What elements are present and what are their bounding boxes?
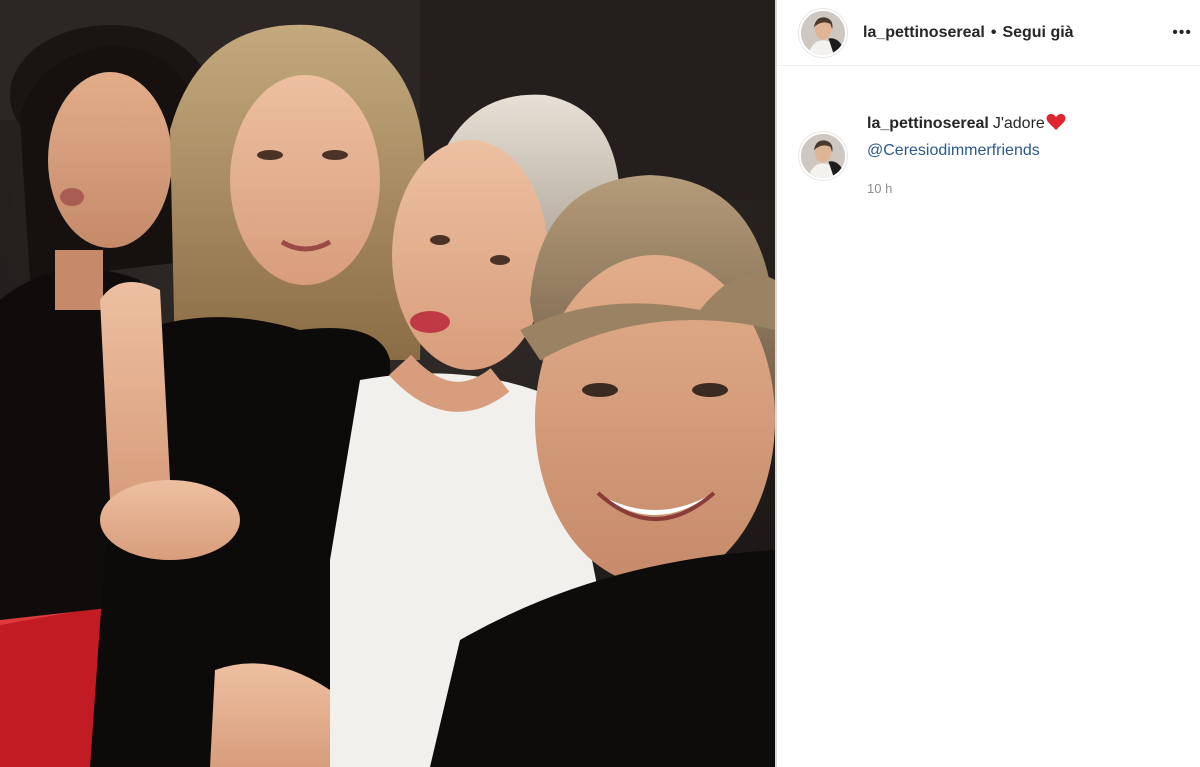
instagram-post: la_pettinosereal • Segui già ••• la_pett… [0, 0, 1200, 767]
more-options-icon[interactable]: ••• [1172, 24, 1192, 42]
caption-line: la_pettinosereal J'adore [867, 112, 1066, 139]
avatar[interactable] [799, 8, 847, 57]
post-username[interactable]: la_pettinosereal [863, 24, 985, 42]
post-timestamp[interactable]: 10 h [867, 181, 1066, 196]
caption-username[interactable]: la_pettinosereal [867, 115, 989, 132]
group-selfie-photo [0, 0, 775, 767]
caption: la_pettinosereal J'adore @Ceresiodimmerfr… [799, 110, 1189, 196]
separator-dot: • [990, 23, 997, 41]
post-side-panel: la_pettinosereal • Segui già ••• la_pett… [777, 0, 1200, 767]
caption-body: la_pettinosereal J'adore @Ceresiodimmerfr… [867, 112, 1066, 196]
caption-mention-link[interactable]: @Ceresiodimmerfriends [867, 139, 1066, 163]
post-header: la_pettinosereal • Segui già ••• [777, 0, 1200, 66]
heart-icon [1046, 113, 1066, 139]
profile-avatar-icon [801, 134, 845, 178]
caption-text: J'adore [992, 115, 1045, 132]
profile-avatar-icon [801, 10, 845, 55]
following-button[interactable]: Segui già [1002, 24, 1073, 42]
caption-avatar[interactable] [799, 132, 847, 180]
post-photo[interactable] [0, 0, 775, 767]
